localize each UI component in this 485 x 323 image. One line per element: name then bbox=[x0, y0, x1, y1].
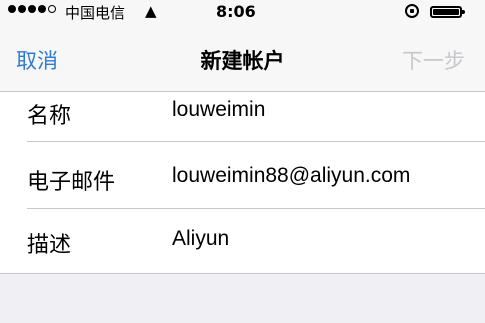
battery-icon bbox=[430, 6, 465, 18]
signal-strength-icon bbox=[8, 5, 56, 13]
status-time: 8:06 bbox=[216, 2, 256, 21]
description-row[interactable]: 描述 Aliyun bbox=[0, 209, 485, 273]
navigation-bar: 取消 新建帐户 下一步 bbox=[0, 40, 485, 80]
status-bar: 中国电信 ▲ 8:06 bbox=[0, 0, 485, 26]
next-button[interactable]: 下一步 bbox=[402, 45, 465, 75]
top-bar: 中国电信 ▲ 8:06 取消 新建帐户 下一步 bbox=[0, 0, 485, 92]
email-field[interactable]: louweimin88@aliyun.com bbox=[172, 164, 410, 188]
email-row[interactable]: 电子邮件 louweimin88@aliyun.com bbox=[0, 142, 485, 208]
name-label: 名称 bbox=[27, 104, 72, 129]
description-label: 描述 bbox=[27, 233, 72, 258]
name-row[interactable]: 名称 louweimin bbox=[0, 92, 485, 140]
wifi-icon: ▲ bbox=[145, 2, 157, 20]
carrier-name: 中国电信 bbox=[65, 4, 126, 22]
rotation-lock-icon bbox=[405, 4, 419, 18]
account-form: 名称 louweimin 电子邮件 louweimin88@aliyun.com… bbox=[0, 92, 485, 274]
name-field[interactable]: louweimin bbox=[172, 98, 265, 122]
email-label: 电子邮件 bbox=[27, 170, 116, 195]
description-field[interactable]: Aliyun bbox=[172, 227, 229, 251]
